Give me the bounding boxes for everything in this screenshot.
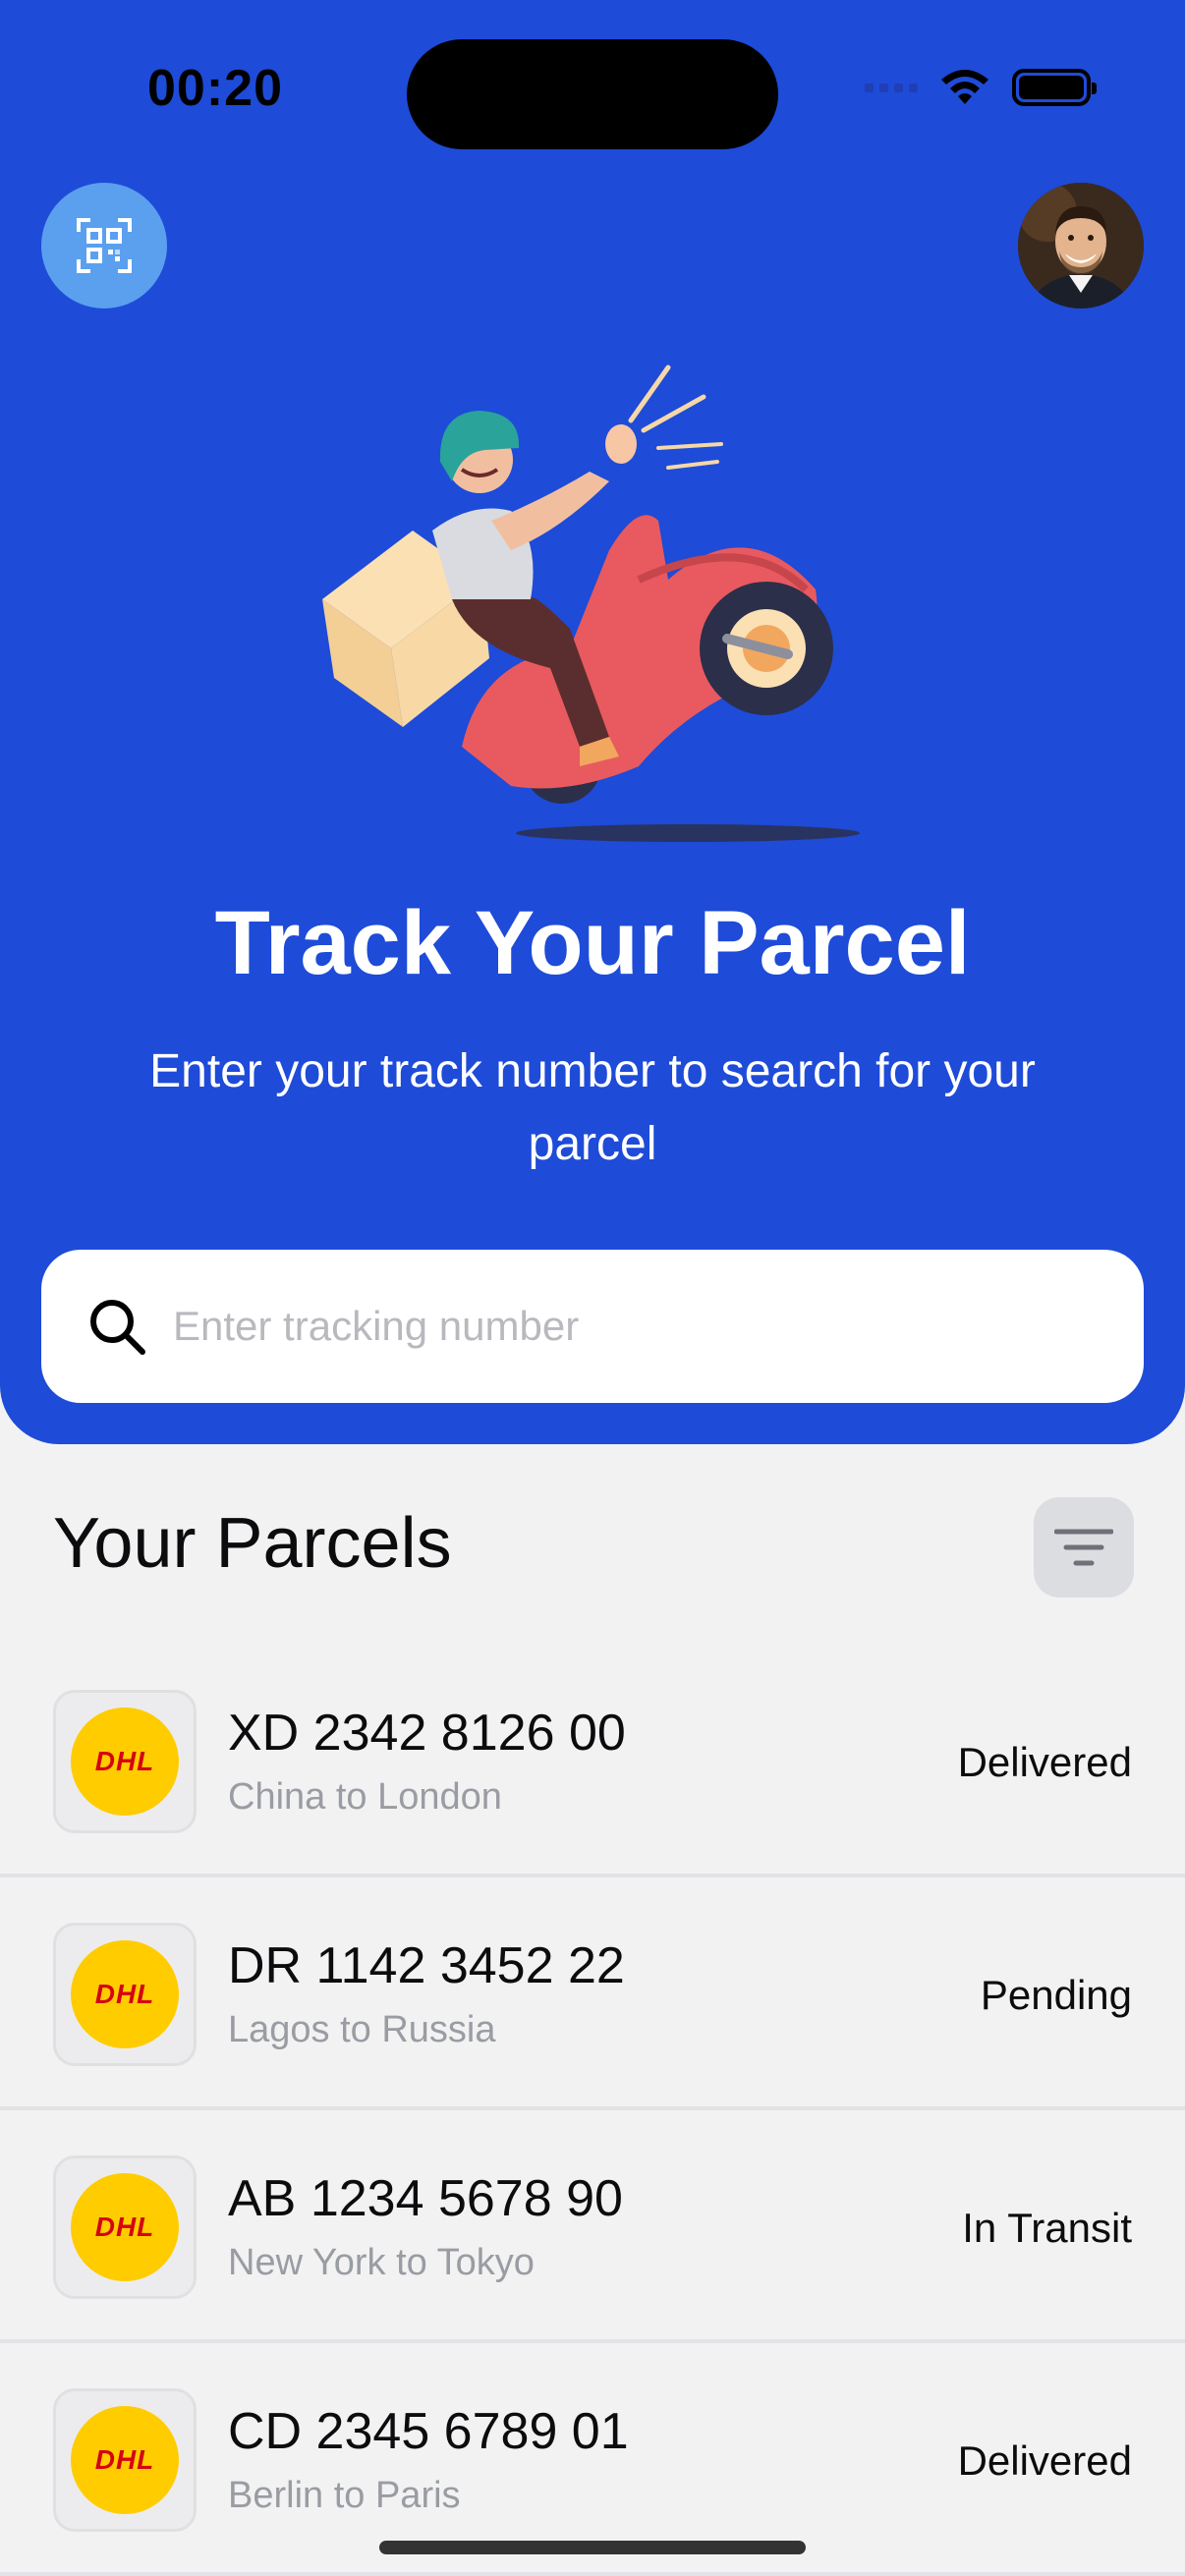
tracking-number: AB 1234 5678 90 <box>228 2170 623 2227</box>
parcel-route: Lagos to Russia <box>228 2009 496 2050</box>
section-title: Your Parcels <box>53 1504 452 1583</box>
parcel-row[interactable]: DHL DR 1142 3452 22 Lagos to Russia Pend… <box>0 1877 1185 2110</box>
dhl-logo-icon: DHL <box>71 2406 179 2514</box>
parcel-row[interactable]: DHL XD 2342 8126 00 China to London Deli… <box>0 1645 1185 1877</box>
cellular-signal-icon <box>865 83 918 92</box>
tracking-number: CD 2345 6789 01 <box>228 2403 629 2460</box>
home-indicator[interactable] <box>379 2541 806 2554</box>
dhl-logo-icon: DHL <box>71 1940 179 2048</box>
carrier-logo: DHL <box>53 2156 197 2299</box>
search-bar[interactable] <box>41 1250 1144 1403</box>
search-icon <box>90 1300 145 1355</box>
dhl-logo-icon: DHL <box>71 1708 179 1816</box>
app-screen: 00:20 Track Your Parcel Enter your track… <box>0 0 1185 2576</box>
scan-qr-button[interactable] <box>41 183 167 308</box>
tracking-number: XD 2342 8126 00 <box>228 1705 626 1762</box>
page-subtitle: Enter your track number to search for yo… <box>149 1045 1036 1170</box>
scooter-delivery-illustration <box>322 364 860 842</box>
parcel-route: China to London <box>228 1776 502 1818</box>
filter-icon <box>1054 1529 1113 1566</box>
dhl-logo-icon: DHL <box>71 2173 179 2281</box>
dynamic-island <box>407 39 778 149</box>
filter-button[interactable] <box>1034 1497 1134 1597</box>
parcel-route: Berlin to Paris <box>228 2475 461 2516</box>
carrier-logo: DHL <box>53 2388 197 2532</box>
status-icons <box>865 69 1097 106</box>
parcel-route: New York to Tokyo <box>228 2242 535 2283</box>
parcel-row[interactable]: DHL AB 1234 5678 90 New York to Tokyo In… <box>0 2110 1185 2343</box>
tracking-number-input[interactable] <box>173 1303 1057 1350</box>
status-time: 00:20 <box>147 60 283 117</box>
parcel-list: DHL XD 2342 8126 00 China to London Deli… <box>0 1645 1185 2576</box>
page-title: Track Your Parcel <box>214 893 971 993</box>
qr-code-scan-icon <box>77 218 132 273</box>
carrier-logo: DHL <box>53 1690 197 1833</box>
wifi-icon <box>941 70 988 104</box>
user-avatar[interactable] <box>1018 183 1144 308</box>
tracking-number: DR 1142 3452 22 <box>228 1937 625 1994</box>
header-panel: 00:20 Track Your Parcel Enter your track… <box>0 0 1185 1444</box>
parcel-status: Delivered <box>957 2437 1132 2484</box>
avatar-image <box>1018 183 1144 308</box>
battery-icon <box>1012 69 1097 106</box>
parcel-status: Pending <box>980 1972 1132 2018</box>
parcel-status: Delivered <box>957 1739 1132 1785</box>
parcel-status: In Transit <box>962 2205 1132 2251</box>
carrier-logo: DHL <box>53 1923 197 2066</box>
